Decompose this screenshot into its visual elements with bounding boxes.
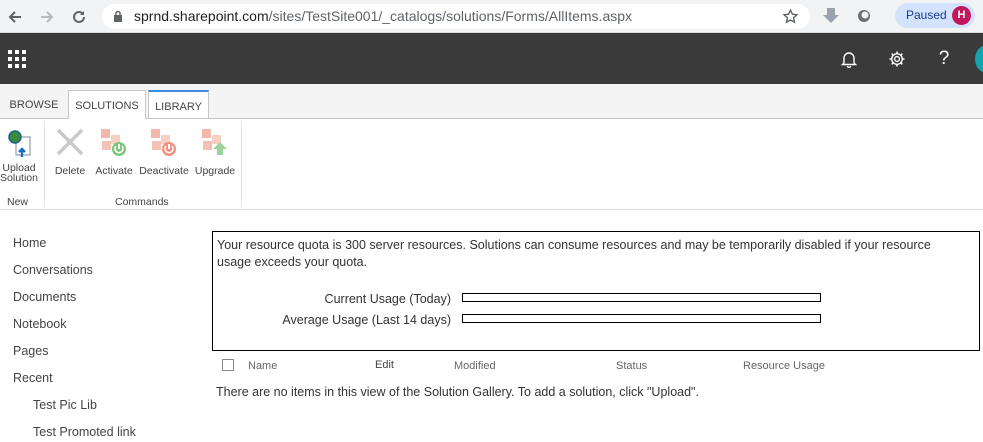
upgrade-button[interactable]: Upgrade (193, 125, 237, 176)
column-header-resource-usage[interactable]: Resource Usage (743, 360, 825, 372)
upgrade-icon (198, 125, 232, 161)
group-label-new: New (7, 196, 29, 208)
current-usage-label: Current Usage (Today) (324, 292, 451, 306)
forward-icon[interactable] (36, 6, 58, 28)
download-extension-icon[interactable] (822, 7, 840, 30)
tab-browse[interactable]: BROWSE (0, 90, 68, 119)
average-usage-bar (462, 314, 821, 323)
group-separator (44, 121, 45, 207)
delete-label: Delete (54, 165, 86, 177)
notification-bell-icon[interactable] (837, 47, 861, 71)
tab-library[interactable]: LIBRARY (148, 90, 209, 119)
app-launcher-icon[interactable] (8, 50, 26, 68)
resource-quota-panel: Your resource quota is 300 server resour… (212, 231, 980, 351)
nav-item-home[interactable]: Home (13, 236, 46, 250)
column-header-status[interactable]: Status (616, 360, 647, 372)
browser-toolbar: sprnd.sharepoint.com/sites/TestSite001/_… (0, 0, 983, 33)
upload-solution-button[interactable]: Upload Solution (0, 127, 38, 183)
nav-item-pages[interactable]: Pages (13, 344, 48, 358)
deactivate-icon (147, 125, 181, 161)
nav-item-documents[interactable]: Documents (13, 290, 76, 304)
ribbon-tabs: BROWSE SOLUTIONS LIBRARY (0, 84, 983, 120)
back-icon[interactable] (4, 6, 26, 28)
activate-button[interactable]: Activate (94, 125, 134, 176)
deactivate-label: Deactivate (139, 165, 189, 177)
nav-item-test-promoted-link[interactable]: Test Promoted link (33, 425, 136, 439)
quota-message: Your resource quota is 300 server resour… (217, 238, 931, 269)
extension-icon[interactable] (856, 8, 872, 29)
upload-solution-icon (4, 127, 34, 161)
url-path: /sites/TestSite001/_catalogs/solutions/F… (268, 8, 633, 24)
activate-label: Activate (95, 165, 133, 177)
lock-icon (113, 10, 123, 28)
average-usage-label: Average Usage (Last 14 days) (282, 313, 451, 327)
select-all-checkbox[interactable] (222, 359, 234, 371)
upgrade-label: Upgrade (194, 165, 236, 177)
tab-solutions[interactable]: SOLUTIONS (68, 90, 146, 120)
profile-button[interactable]: Paused H (895, 3, 975, 28)
nav-item-test-pic-lib[interactable]: Test Pic Lib (33, 398, 97, 412)
current-usage-bar (462, 293, 821, 302)
upload-label-line2: Solution (0, 172, 38, 184)
star-icon[interactable] (782, 8, 799, 30)
profile-status: Paused (906, 8, 947, 22)
ribbon-body: Upload Solution New Delete Activate Deac… (0, 119, 983, 210)
user-avatar[interactable] (975, 45, 983, 73)
avatar: H (952, 6, 971, 25)
column-header-modified[interactable]: Modified (454, 360, 496, 372)
suite-bar: ? (0, 33, 983, 84)
address-bar[interactable]: sprnd.sharepoint.com/sites/TestSite001/_… (102, 4, 810, 29)
column-header-name[interactable]: Name (248, 360, 277, 372)
deactivate-button[interactable]: Deactivate (139, 125, 189, 176)
nav-item-recent[interactable]: Recent (13, 371, 53, 385)
solution-list-header: Name Edit Modified Status Resource Usage (216, 356, 976, 376)
delete-button[interactable]: Delete (52, 125, 88, 176)
empty-list-message: There are no items in this view of the S… (216, 385, 699, 399)
delete-icon (53, 125, 87, 161)
help-icon[interactable]: ? (932, 47, 956, 71)
group-separator (241, 121, 242, 207)
settings-gear-icon[interactable] (885, 47, 909, 71)
nav-item-conversations[interactable]: Conversations (13, 263, 93, 277)
group-label-commands: Commands (115, 196, 169, 208)
column-header-edit[interactable]: Edit (375, 359, 394, 371)
nav-item-notebook[interactable]: Notebook (13, 317, 67, 331)
reload-icon[interactable] (68, 6, 90, 28)
url-text: sprnd.sharepoint.com/sites/TestSite001/_… (134, 8, 632, 24)
url-host: sprnd.sharepoint.com (134, 8, 269, 24)
activate-icon (97, 125, 131, 161)
